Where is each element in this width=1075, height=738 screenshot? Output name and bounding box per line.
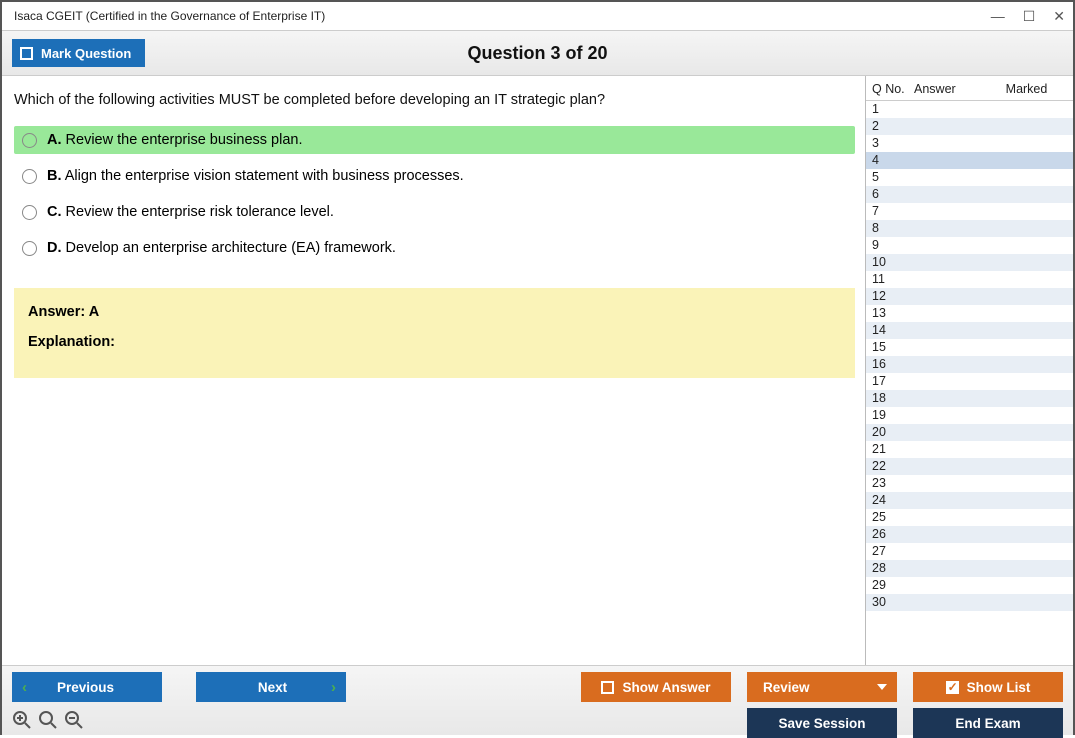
qlist-row[interactable]: 17 <box>866 373 1073 390</box>
question-content: Which of the following activities MUST b… <box>2 76 865 665</box>
explanation-label: Explanation: <box>28 334 841 350</box>
zoom-in-icon[interactable] <box>12 710 32 736</box>
qlist-row[interactable]: 24 <box>866 492 1073 509</box>
zoom-tools <box>12 710 84 736</box>
zoom-out-icon[interactable] <box>64 710 84 736</box>
radio-icon <box>22 205 37 220</box>
choice-label: A. Review the enterprise business plan. <box>47 132 303 148</box>
qlist-row[interactable]: 12 <box>866 288 1073 305</box>
col-answer: Answer <box>914 82 984 96</box>
question-list-header: Q No. Answer Marked <box>866 76 1073 101</box>
col-marked: Marked <box>984 82 1069 96</box>
choice-a[interactable]: A. Review the enterprise business plan. <box>14 126 855 154</box>
close-icon[interactable]: ✕ <box>1053 8 1065 25</box>
mark-question-label: Mark Question <box>41 46 131 61</box>
choice-d[interactable]: D. Develop an enterprise architecture (E… <box>14 234 855 262</box>
question-counter: Question 3 of 20 <box>467 43 607 64</box>
qlist-row[interactable]: 2 <box>866 118 1073 135</box>
save-session-label: Save Session <box>778 716 865 731</box>
qlist-row[interactable]: 10 <box>866 254 1073 271</box>
radio-icon <box>22 241 37 256</box>
radio-icon <box>22 133 37 148</box>
zoom-icon[interactable] <box>38 710 58 736</box>
show-answer-label: Show Answer <box>622 680 710 695</box>
footer-row-2: Save Session End Exam <box>12 708 1063 738</box>
maximize-icon[interactable]: ☐ <box>1023 8 1036 25</box>
qlist-row[interactable]: 5 <box>866 169 1073 186</box>
qlist-row[interactable]: 15 <box>866 339 1073 356</box>
qlist-row[interactable]: 25 <box>866 509 1073 526</box>
question-list-panel: Q No. Answer Marked 12345678910111213141… <box>865 76 1073 665</box>
choice-label: B. Align the enterprise vision statement… <box>47 168 464 184</box>
qlist-row[interactable]: 30 <box>866 594 1073 611</box>
qlist-row[interactable]: 16 <box>866 356 1073 373</box>
qlist-row[interactable]: 20 <box>866 424 1073 441</box>
choice-label: C. Review the enterprise risk tolerance … <box>47 204 334 220</box>
previous-button[interactable]: ‹ Previous <box>12 672 162 702</box>
review-button[interactable]: Review <box>747 672 897 702</box>
choice-label: D. Develop an enterprise architecture (E… <box>47 240 396 256</box>
checkbox-icon <box>601 681 614 694</box>
col-qno: Q No. <box>872 82 914 96</box>
qlist-row[interactable]: 28 <box>866 560 1073 577</box>
answer-label: Answer: A <box>28 304 841 320</box>
qlist-row[interactable]: 26 <box>866 526 1073 543</box>
qlist-row[interactable]: 1 <box>866 101 1073 118</box>
window-title: Isaca CGEIT (Certified in the Governance… <box>14 9 325 23</box>
save-session-button[interactable]: Save Session <box>747 708 897 738</box>
choices-list: A. Review the enterprise business plan. B… <box>14 126 855 262</box>
question-text: Which of the following activities MUST b… <box>14 92 855 108</box>
minimize-icon[interactable]: — <box>991 8 1005 25</box>
qlist-row[interactable]: 19 <box>866 407 1073 424</box>
qlist-row[interactable]: 9 <box>866 237 1073 254</box>
show-list-label: Show List <box>967 680 1031 695</box>
mark-question-button[interactable]: Mark Question <box>12 39 145 67</box>
checkbox-checked-icon <box>946 681 959 694</box>
review-label: Review <box>763 680 810 695</box>
choice-c[interactable]: C. Review the enterprise risk tolerance … <box>14 198 855 226</box>
qlist-row[interactable]: 14 <box>866 322 1073 339</box>
question-list[interactable]: 1234567891011121314151617181920212223242… <box>866 101 1073 665</box>
answer-panel: Answer: A Explanation: <box>14 288 855 378</box>
end-exam-button[interactable]: End Exam <box>913 708 1063 738</box>
previous-label: Previous <box>25 680 146 695</box>
window-controls: — ☐ ✕ <box>991 8 1065 25</box>
chevron-down-icon <box>877 684 887 690</box>
titlebar: Isaca CGEIT (Certified in the Governance… <box>2 2 1073 30</box>
header-bar: Mark Question Question 3 of 20 <box>2 30 1073 76</box>
footer-bar: ‹ Previous Next › Show Answer Review Sho… <box>2 665 1073 735</box>
show-answer-button[interactable]: Show Answer <box>581 672 731 702</box>
qlist-row[interactable]: 27 <box>866 543 1073 560</box>
checkbox-icon <box>20 47 33 60</box>
qlist-row[interactable]: 6 <box>866 186 1073 203</box>
show-list-button[interactable]: Show List <box>913 672 1063 702</box>
qlist-row[interactable]: 18 <box>866 390 1073 407</box>
qlist-row[interactable]: 4 <box>866 152 1073 169</box>
qlist-row[interactable]: 21 <box>866 441 1073 458</box>
qlist-row[interactable]: 29 <box>866 577 1073 594</box>
chevron-right-icon: › <box>331 679 336 696</box>
footer-row-1: ‹ Previous Next › Show Answer Review Sho… <box>12 672 1063 702</box>
qlist-row[interactable]: 13 <box>866 305 1073 322</box>
end-exam-label: End Exam <box>955 716 1020 731</box>
qlist-row[interactable]: 7 <box>866 203 1073 220</box>
radio-icon <box>22 169 37 184</box>
next-label: Next <box>212 680 333 695</box>
choice-b[interactable]: B. Align the enterprise vision statement… <box>14 162 855 190</box>
main-area: Which of the following activities MUST b… <box>2 76 1073 665</box>
qlist-row[interactable]: 23 <box>866 475 1073 492</box>
qlist-row[interactable]: 8 <box>866 220 1073 237</box>
qlist-row[interactable]: 22 <box>866 458 1073 475</box>
qlist-row[interactable]: 11 <box>866 271 1073 288</box>
qlist-row[interactable]: 3 <box>866 135 1073 152</box>
next-button[interactable]: Next › <box>196 672 346 702</box>
